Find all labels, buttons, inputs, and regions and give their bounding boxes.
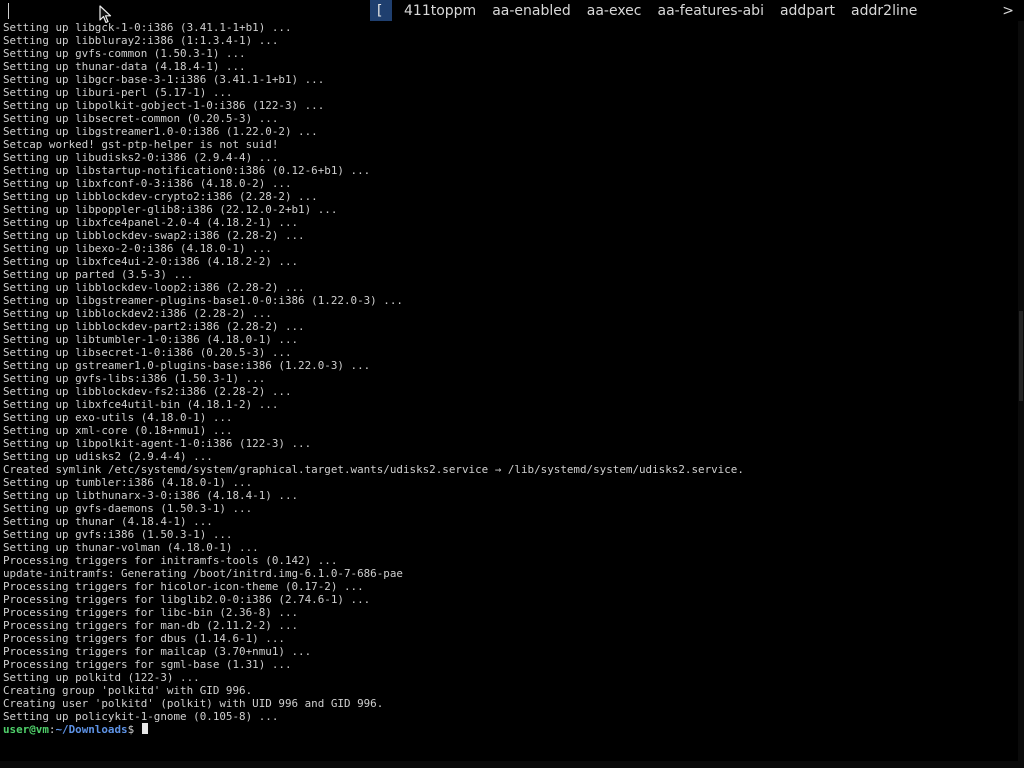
shell-prompt[interactable]: user@vm:~/Downloads$: [0, 723, 1018, 736]
terminal-line: Setting up libblockdev-crypto2:i386 (2.2…: [3, 190, 318, 203]
terminal-output: Setting up libgck-1-0:i386 (3.41.1-1+b1)…: [0, 21, 1018, 723]
terminal-line: Setting up libsecret-1-0:i386 (0.20.5-3)…: [3, 346, 292, 359]
terminal-line: Setting up libbluray2:i386 (1:1.3.4-1) .…: [3, 34, 279, 47]
terminal-line: Setting up gvfs-daemons (1.50.3-1) ...: [3, 502, 253, 515]
dmenu-item[interactable]: addr2line: [851, 0, 917, 22]
terminal-line: Setting up liburi-perl (5.17-1) ...: [3, 86, 233, 99]
terminal-line: update-initramfs: Generating /boot/initr…: [3, 567, 403, 580]
terminal-line: Setting up libblockdev-swap2:i386 (2.28-…: [3, 229, 305, 242]
terminal-line: Setting up libudisks2-0:i386 (2.9.4-4) .…: [3, 151, 279, 164]
terminal-line: Setting up libpolkit-gobject-1-0:i386 (1…: [3, 99, 325, 112]
terminal-line: Processing triggers for mailcap (3.70+nm…: [3, 645, 312, 658]
terminal-line: Setting up libgstreamer-plugins-base1.0-…: [3, 294, 403, 307]
terminal-line: Setting up libxfce4util-bin (4.18.1-2) .…: [3, 398, 279, 411]
terminal-line: Processing triggers for sgml-base (1.31)…: [3, 658, 292, 671]
terminal-line: Creating user 'polkitd' (polkit) with UI…: [3, 697, 384, 710]
terminal-line: Setting up libpoppler-glib8:i386 (22.12.…: [3, 203, 338, 216]
terminal-line: Setting up thunar (4.18.4-1) ...: [3, 515, 213, 528]
terminal-line: Setting up gvfs-common (1.50.3-1) ...: [3, 47, 246, 60]
dmenu-item-list: 411toppm aa-enabled aa-exec aa-features-abi…: [404, 0, 933, 22]
terminal-line: Setting up libblockdev2:i386 (2.28-2) ..…: [3, 307, 272, 320]
terminal-line: Setcap worked! gst-ptp-helper is not sui…: [3, 138, 279, 151]
dmenu-item[interactable]: aa-features-abi: [658, 0, 764, 22]
terminal-line: Setting up libstartup-notification0:i386…: [3, 164, 371, 177]
terminal-line: Processing triggers for man-db (2.11.2-2…: [3, 619, 299, 632]
terminal-line: Setting up libblockdev-part2:i386 (2.28-…: [3, 320, 305, 333]
terminal-line: Setting up policykit-1-gnome (0.105-8) .…: [3, 710, 279, 723]
terminal-line: Setting up gvfs-libs:i386 (1.50.3-1) ...: [3, 372, 266, 385]
terminal-line: Setting up gvfs:i386 (1.50.3-1) ...: [3, 528, 233, 541]
dmenu-bar: [ 411toppm aa-enabled aa-exec aa-features-a…: [0, 0, 1024, 22]
terminal-line: Setting up libthunarx-3-0:i386 (4.18.4-1…: [3, 489, 299, 502]
prompt-path: ~/Downloads: [55, 723, 128, 736]
terminal-line: Setting up libxfconf-0-3:i386 (4.18.0-2)…: [3, 177, 292, 190]
prompt-user-host: user@vm: [3, 723, 49, 736]
terminal-line: Setting up udisks2 (2.9.4-4) ...: [3, 450, 213, 463]
dmenu-item[interactable]: aa-enabled: [492, 0, 571, 22]
terminal-line: Setting up libgck-1-0:i386 (3.41.1-1+b1)…: [3, 21, 292, 34]
terminal-line: Processing triggers for libc-bin (2.36-8…: [3, 606, 299, 619]
dmenu-input[interactable]: [8, 3, 371, 19]
terminal-window[interactable]: Setting up libgck-1-0:i386 (3.41.1-1+b1)…: [0, 21, 1018, 761]
dmenu-item[interactable]: aa-exec: [587, 0, 642, 22]
terminal-line: Setting up libexo-2-0:i386 (4.18.0-1) ..…: [3, 242, 272, 255]
terminal-line: Setting up libxfce4panel-2.0-4 (4.18.2-1…: [3, 216, 299, 229]
terminal-line: Processing triggers for initramfs-tools …: [3, 554, 338, 567]
prompt-symbol: $: [127, 723, 141, 736]
terminal-line: Processing triggers for libglib2.0-0:i38…: [3, 593, 371, 606]
terminal-line: Setting up xml-core (0.18+nmu1) ...: [3, 424, 233, 437]
terminal-line: Setting up polkitd (122-3) ...: [3, 671, 200, 684]
terminal-line: Setting up libgcr-base-3-1:i386 (3.41.1-…: [3, 73, 325, 86]
terminal-scrollbar[interactable]: [1018, 21, 1024, 761]
terminal-line: Setting up gstreamer1.0-plugins-base:i38…: [3, 359, 371, 372]
dmenu-item[interactable]: 411toppm: [404, 0, 476, 22]
terminal-line: Processing triggers for dbus (1.14.6-1) …: [3, 632, 285, 645]
text-cursor: [141, 723, 148, 734]
terminal-line: Processing triggers for hicolor-icon-the…: [3, 580, 364, 593]
terminal-line: Setting up thunar-volman (4.18.0-1) ...: [3, 541, 259, 554]
terminal-line: Setting up libtumbler-1-0:i386 (4.18.0-1…: [3, 333, 299, 346]
dmenu-item[interactable]: addpart: [780, 0, 835, 22]
terminal-line: Setting up libxfce4ui-2-0:i386 (4.18.2-2…: [3, 255, 299, 268]
terminal-line: Setting up exo-utils (4.18.0-1) ...: [3, 411, 233, 424]
scrollbar-thumb[interactable]: [1019, 311, 1023, 401]
terminal-line: Setting up libpolkit-agent-1-0:i386 (122…: [3, 437, 312, 450]
terminal-line: Creating group 'polkitd' with GID 996.: [3, 684, 253, 697]
terminal-line: Setting up libblockdev-loop2:i386 (2.28-…: [3, 281, 305, 294]
terminal-line: Setting up thunar-data (4.18.4-1) ...: [3, 60, 246, 73]
terminal-line: Created symlink /etc/systemd/system/grap…: [3, 463, 744, 476]
terminal-line: Setting up libblockdev-fs2:i386 (2.28-2)…: [3, 385, 292, 398]
terminal-line: Setting up tumbler:i386 (4.18.0-1) ...: [3, 476, 253, 489]
terminal-line: Setting up libgstreamer1.0-0:i386 (1.22.…: [3, 125, 318, 138]
window-bottom-edge: [0, 761, 1024, 768]
terminal-line: Setting up parted (3.5-3) ...: [3, 268, 194, 281]
dmenu-more-indicator[interactable]: >: [1002, 0, 1014, 22]
dmenu-prompt: [: [370, 0, 392, 22]
terminal-line: Setting up libsecret-common (0.20.5-3) .…: [3, 112, 279, 125]
